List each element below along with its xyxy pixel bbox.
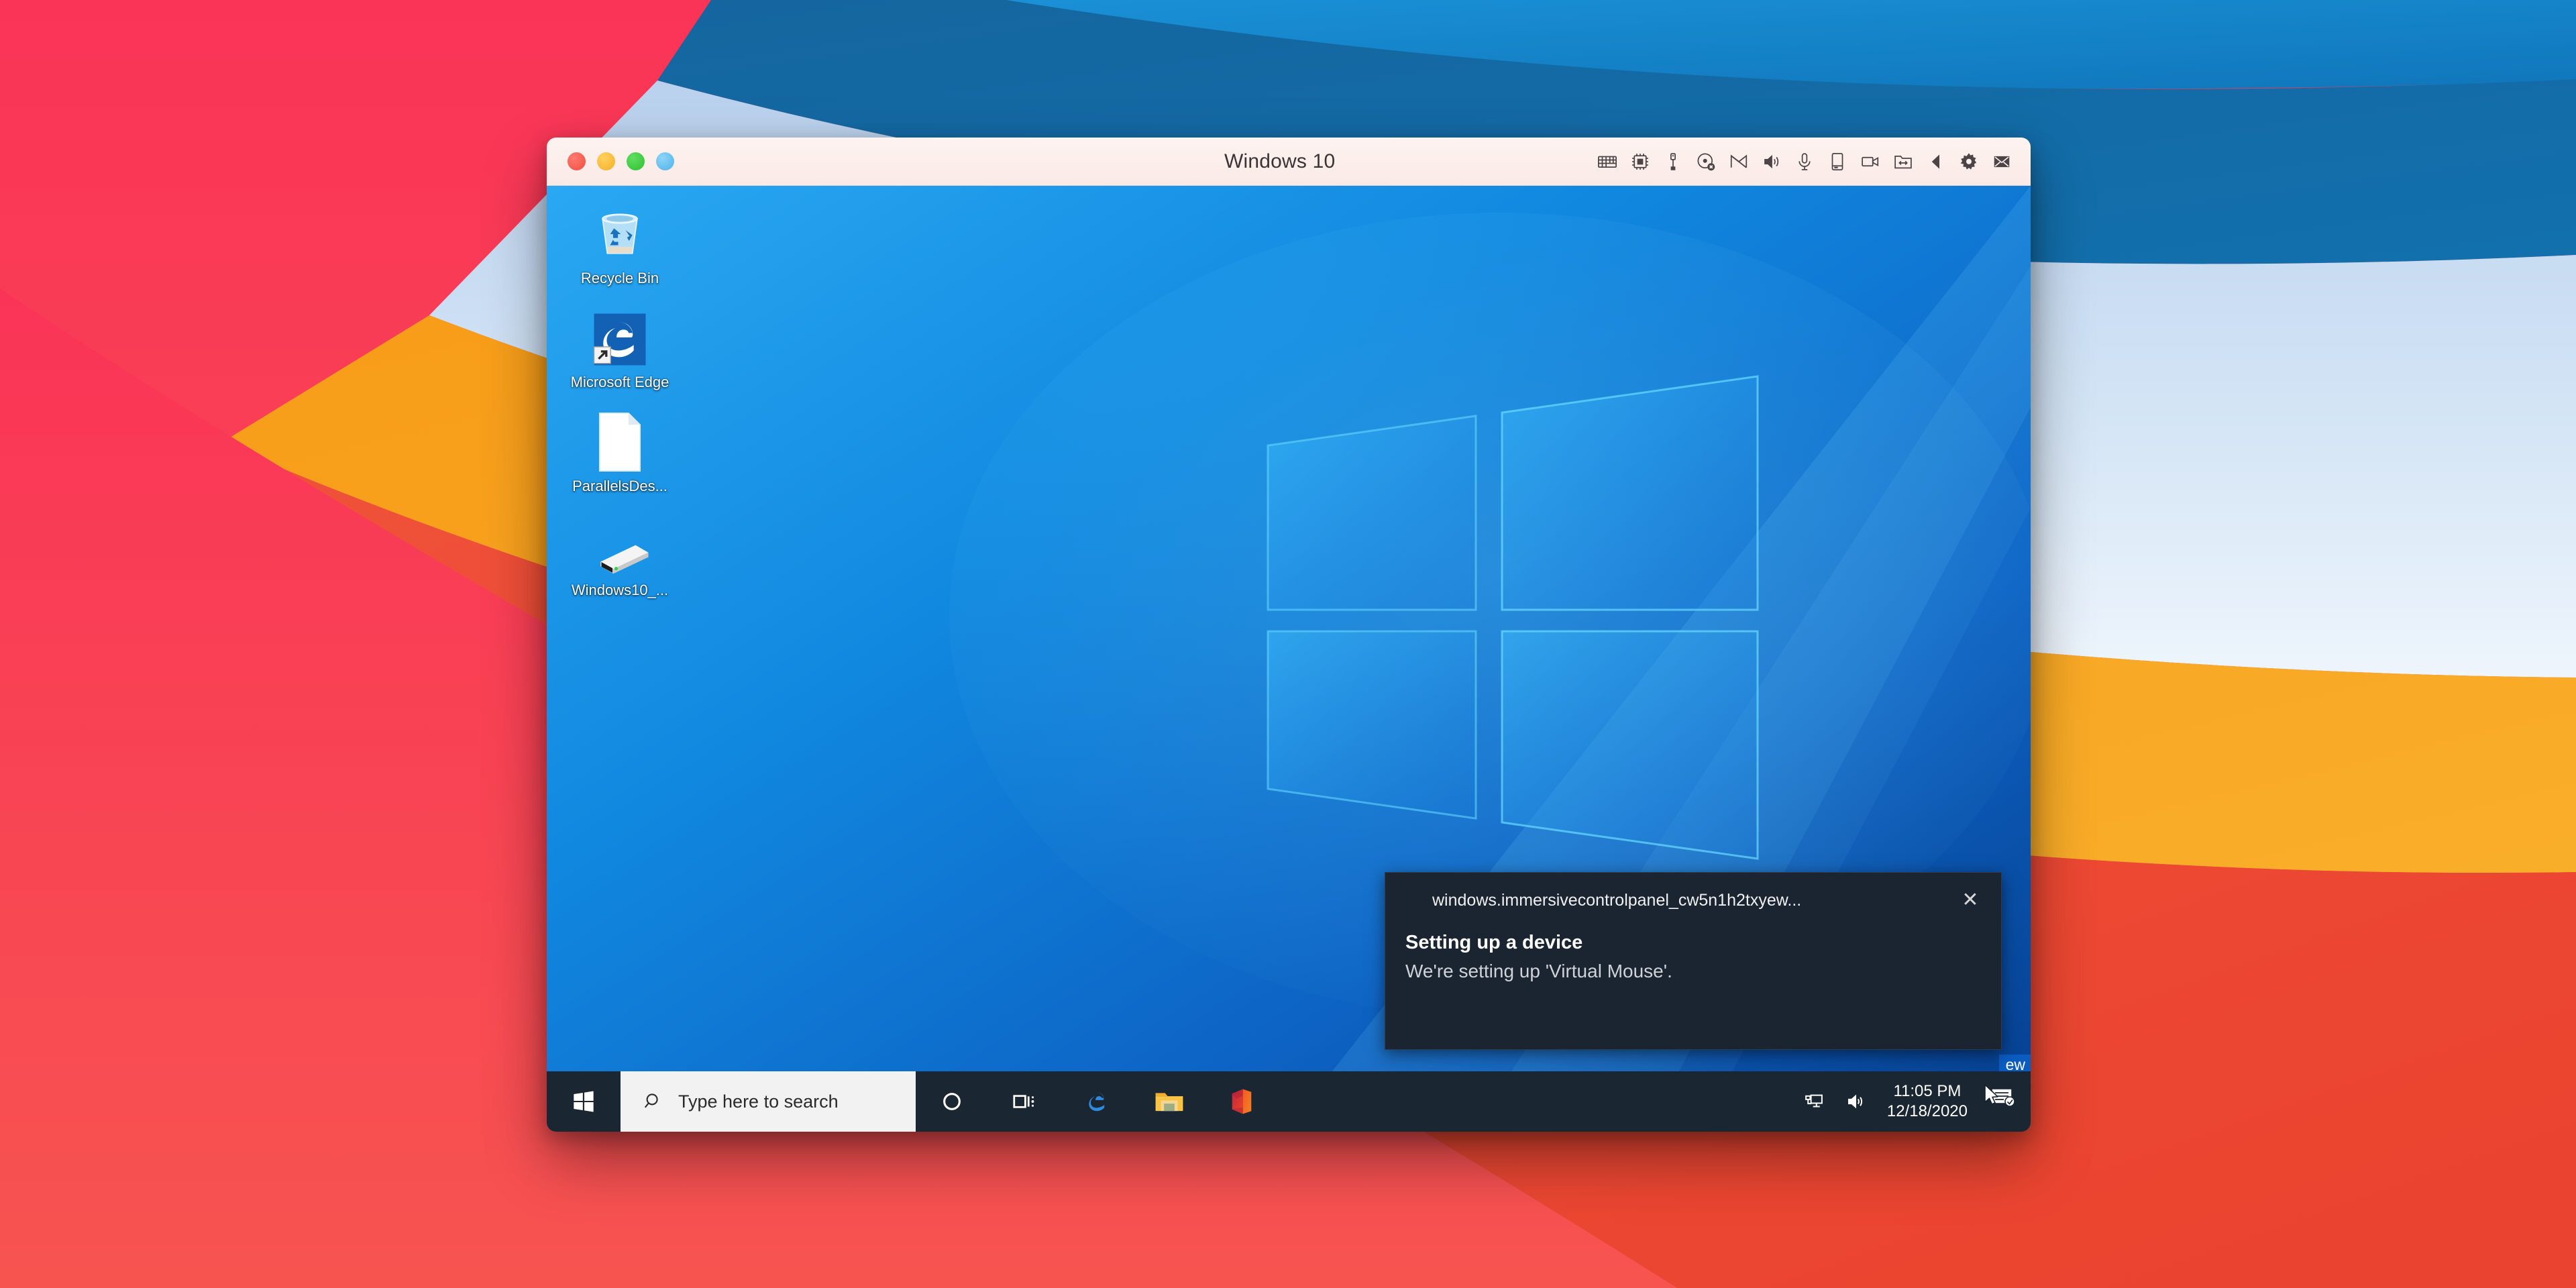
shared-folder-icon[interactable] (1893, 152, 1913, 172)
desktop-icon-label: Windows10_... (571, 582, 669, 598)
taskbar-clock[interactable]: 11:05 PM 12/18/2020 (1876, 1071, 1978, 1132)
keyboard-icon[interactable] (1597, 152, 1617, 172)
windows-taskbar[interactable]: Type here to search 11:05 PM 12/18/2020 (547, 1071, 2031, 1132)
gear-icon[interactable] (1959, 152, 1979, 172)
clock-date: 12/18/2020 (1886, 1102, 1968, 1120)
camera-icon[interactable] (1860, 152, 1880, 172)
document-icon (594, 406, 646, 473)
vm-toolbar[interactable] (1597, 138, 2012, 185)
action-center-icon (1984, 1084, 2015, 1107)
action-center-button[interactable] (1978, 1071, 2025, 1132)
window-title: Windows 10 (1224, 150, 1336, 172)
cortana-icon (943, 1093, 961, 1110)
edge-icon (590, 302, 649, 369)
close-button[interactable] (568, 152, 586, 170)
minimize-button[interactable] (597, 152, 615, 170)
taskbar-item-file-explorer[interactable] (1133, 1071, 1205, 1132)
search-input[interactable]: Type here to search (621, 1071, 916, 1132)
volume-icon[interactable] (1835, 1071, 1876, 1132)
windows-desktop[interactable]: Recycle Bin Microsoft Edge ParallelsDes.… (547, 186, 2031, 1132)
desktop-icon-list: Recycle Bin Microsoft Edge ParallelsDes.… (556, 198, 690, 614)
microphone-icon[interactable] (1794, 152, 1815, 172)
taskbar-item-office[interactable] (1205, 1071, 1278, 1132)
task-view-icon (1013, 1095, 1034, 1108)
toast-header: windows.immersivecontrolpanel_cw5n1h2txy… (1385, 873, 2001, 928)
system-tray: 11:05 PM 12/18/2020 (1793, 1071, 2031, 1132)
parallels-vm-window[interactable]: Windows 10 Recycle Bin Microsoft Edge Pa… (547, 138, 2031, 1132)
toast-title: Setting up a device (1405, 932, 1583, 953)
window-titlebar[interactable]: Windows 10 (547, 138, 2031, 186)
toast-app-name: windows.immersivecontrolpanel_cw5n1h2txy… (1432, 890, 1802, 910)
taskbar-item-task-view[interactable] (988, 1071, 1061, 1132)
desktop-icon-recycle-bin[interactable]: Recycle Bin (556, 198, 684, 287)
hard-drive-icon (588, 510, 652, 577)
edge-icon (1089, 1092, 1105, 1112)
file-explorer-icon (1155, 1093, 1183, 1112)
toast-body: Setting up a device We're setting up 'Vi… (1385, 928, 2001, 982)
close-icon[interactable]: ✕ (1957, 887, 1984, 914)
traffic-lights (568, 152, 674, 170)
search-placeholder: Type here to search (678, 1091, 839, 1112)
clock-time: 11:05 PM (1893, 1082, 1962, 1100)
usb-icon[interactable] (1663, 152, 1683, 172)
envelope-icon[interactable] (1992, 152, 2012, 172)
desktop-icon-label: ParallelsDes... (572, 478, 667, 494)
desktop-icon-label: Microsoft Edge (570, 374, 669, 390)
desktop-icon-windows10-drive[interactable]: Windows10_... (556, 510, 684, 599)
cpu-icon[interactable] (1630, 152, 1650, 172)
back-arrow-icon[interactable] (1926, 152, 1946, 172)
toast-message: We're setting up 'Virtual Mouse'. (1405, 961, 1672, 981)
desktop-icon-microsoft-edge[interactable]: Microsoft Edge (556, 302, 684, 391)
office-icon (1232, 1089, 1252, 1114)
start-button[interactable] (547, 1071, 621, 1132)
network-icon[interactable] (1793, 1071, 1835, 1132)
recycle-bin-icon (589, 198, 651, 265)
coherence-button[interactable] (656, 152, 674, 170)
network-disconnected-icon[interactable] (1729, 152, 1749, 172)
taskbar-app-list (916, 1071, 1278, 1132)
zoom-button[interactable] (627, 152, 645, 170)
desktop-icon-label: Recycle Bin (580, 270, 659, 286)
notification-toast[interactable]: windows.immersivecontrolpanel_cw5n1h2txy… (1385, 872, 2002, 1050)
desktop-icon-parallels-file[interactable]: ParallelsDes... (556, 406, 684, 495)
speaker-icon[interactable] (1762, 152, 1782, 172)
taskbar-item-cortana[interactable] (916, 1071, 988, 1132)
cd-drive-disconnected-icon[interactable] (1696, 152, 1716, 172)
taskbar-item-edge[interactable] (1061, 1071, 1133, 1132)
smartphone-icon[interactable] (1827, 152, 1847, 172)
search-icon (644, 1093, 658, 1108)
